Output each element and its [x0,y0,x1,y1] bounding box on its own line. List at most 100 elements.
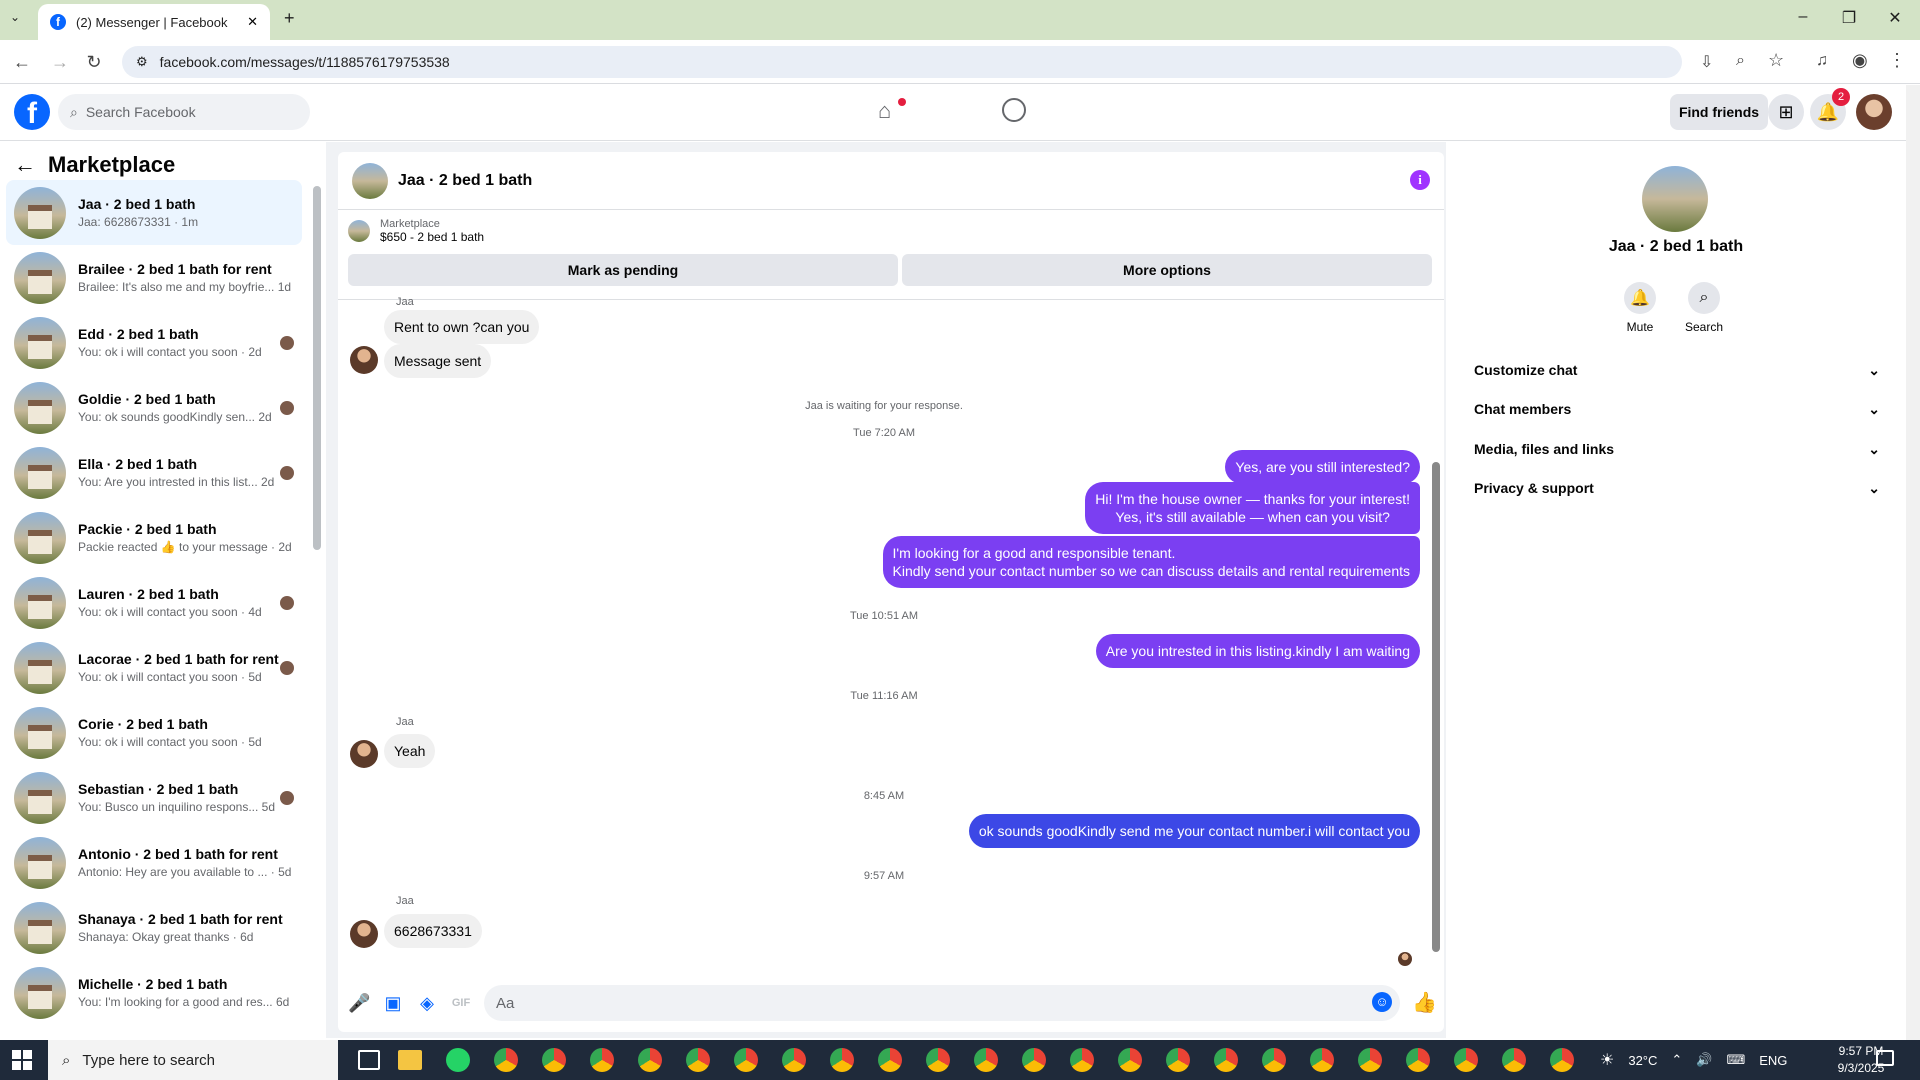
search-in-chat-button[interactable]: ⌕ Search [1674,282,1734,334]
conversation-item[interactable]: Lacorae · 2 bed 1 bath for rent You: ok i… [6,635,302,700]
microphone-icon[interactable]: 🎤 [348,992,370,1014]
outgoing-message[interactable]: Yes, are you still interested? [1225,450,1420,484]
chrome-window-icon[interactable] [590,1048,614,1072]
reload-icon[interactable]: ↻ [82,50,106,74]
outgoing-message[interactable]: Hi! I'm the house owner — thanks for you… [1085,482,1420,534]
conversation-item[interactable]: Michelle · 2 bed 1 bath You: I'm looking … [6,960,302,1025]
chrome-window-icon[interactable] [1454,1048,1478,1072]
conversation-item[interactable]: Goldie · 2 bed 1 bath You: ok sounds good… [6,375,302,440]
chrome-window-icon[interactable] [494,1048,518,1072]
incoming-message[interactable]: Message sent [384,344,492,378]
conversation-item[interactable]: Brailee · 2 bed 1 bath for rent Brailee: … [6,245,302,310]
thumbs-up-icon[interactable]: 👍 [1412,992,1437,1014]
info-icon[interactable]: i [1410,170,1430,190]
gif-icon[interactable]: GIF [450,992,472,1014]
media-icon[interactable]: ♫ [1816,52,1828,70]
outgoing-message[interactable]: I'm looking for a good and responsible t… [882,536,1420,588]
minimize-icon[interactable]: – [1780,8,1826,26]
notification-center-icon[interactable] [1876,1050,1894,1066]
chrome-window-icon[interactable] [638,1048,662,1072]
conversation-item[interactable]: Sebastian · 2 bed 1 bath You: Busco un in… [6,765,302,830]
chat-avatar[interactable] [352,162,388,199]
conversation-item[interactable]: Corie · 2 bed 1 bath You: ok i will conta… [6,700,302,765]
outgoing-message[interactable]: Are you intrested in this listing.kindly… [1095,634,1420,668]
window-close-icon[interactable]: ✕ [1872,8,1918,28]
chat-members-section[interactable]: Chat members ⌄ [1474,397,1880,421]
chrome-window-icon[interactable] [1214,1048,1238,1072]
browser-tab[interactable]: f (2) Messenger | Facebook ✕ [38,4,270,40]
keyboard-icon[interactable]: ⌨ [1726,1052,1745,1068]
profile-icon[interactable]: ◉ [1852,50,1868,71]
conversation-item[interactable]: Packie · 2 bed 1 bath Packie reacted 👍 to… [6,505,302,570]
page-scrollbar[interactable] [1906,85,1920,1040]
chrome-window-icon[interactable] [878,1048,902,1072]
menu-grid-icon[interactable]: ⊞ [1768,94,1804,130]
outgoing-message[interactable]: ok sounds goodKindly send me your contac… [968,814,1420,848]
chrome-window-icon[interactable] [542,1048,566,1072]
windows-start-icon[interactable] [12,1050,32,1070]
file-explorer-icon[interactable] [398,1050,422,1070]
restore-icon[interactable]: ❐ [1826,8,1872,28]
chrome-window-icon[interactable] [1358,1048,1382,1072]
mute-button[interactable]: 🔔 Mute [1610,282,1670,334]
incoming-message[interactable]: Yeah [384,734,436,768]
chrome-window-icon[interactable] [974,1048,998,1072]
taskbar-search[interactable]: ⌕ Type here to search [48,1040,338,1080]
conversation-item[interactable]: Shanaya · 2 bed 1 bath for rent Shanaya: … [6,895,302,960]
chrome-window-icon[interactable] [1406,1048,1430,1072]
tray-chevron-icon[interactable]: ⌃ [1671,1052,1682,1068]
privacy-support-section[interactable]: Privacy & support ⌄ [1474,476,1880,500]
emoji-icon[interactable]: ☺ [1372,992,1392,1012]
photo-icon[interactable]: ▣ [382,992,404,1014]
chrome-window-icon[interactable] [1310,1048,1334,1072]
chrome-window-icon[interactable] [1262,1048,1286,1072]
chrome-window-icon[interactable] [1022,1048,1046,1072]
conversation-item[interactable]: Lauren · 2 bed 1 bath You: ok i will cont… [6,570,302,635]
chrome-window-icon[interactable] [1502,1048,1526,1072]
menu-dots-icon[interactable]: ⋮ [1888,50,1906,71]
zoom-icon[interactable]: ⌕ [1736,52,1745,70]
more-options-button[interactable]: More options [902,254,1432,286]
sidebar-scrollbar[interactable] [313,186,321,550]
sticker-icon[interactable]: ◈ [416,992,438,1014]
chrome-window-icon[interactable] [782,1048,806,1072]
incoming-message[interactable]: Rent to own ?can you [384,310,540,344]
message-input[interactable]: Aa ☺ [484,985,1400,1021]
install-icon[interactable]: ⇩ [1700,52,1713,72]
close-tab-icon[interactable]: ✕ [247,14,258,30]
account-avatar[interactable] [1856,94,1892,130]
listing-info[interactable]: Marketplace $650 - 2 bed 1 bath [348,218,484,244]
home-icon[interactable]: ⌂ [878,98,891,124]
site-info-icon[interactable]: ⚙ [136,54,148,70]
volume-icon[interactable]: 🔊 [1696,1052,1712,1068]
find-friends-button[interactable]: Find friends [1670,94,1768,130]
language[interactable]: ENG [1759,1053,1787,1068]
bookmark-star-icon[interactable]: ☆ [1768,50,1784,71]
back-icon[interactable]: ← [10,50,34,74]
incoming-message[interactable]: 6628673331 [384,914,482,948]
groups-icon[interactable] [1002,98,1026,122]
chat-name[interactable]: Jaa · 2 bed 1 bath [398,172,532,190]
chrome-window-icon[interactable] [1118,1048,1142,1072]
conversation-item[interactable]: Antonio · 2 bed 1 bath for rent Antonio: … [6,830,302,895]
facebook-search-input[interactable]: ⌕ Search Facebook [58,94,310,130]
tab-search-icon[interactable]: ⌄ [10,10,20,24]
chrome-window-icon[interactable] [1166,1048,1190,1072]
chrome-window-icon[interactable] [686,1048,710,1072]
media-files-links-section[interactable]: Media, files and links ⌄ [1474,437,1880,461]
customize-chat-section[interactable]: Customize chat ⌄ [1474,358,1880,382]
conversation-item[interactable]: Edd · 2 bed 1 bath You: ok i will contact… [6,310,302,375]
task-view-icon[interactable] [358,1050,380,1070]
chrome-window-icon[interactable] [830,1048,854,1072]
chrome-window-icon[interactable] [926,1048,950,1072]
forward-icon[interactable]: → [48,50,72,74]
facebook-logo-icon[interactable]: f [14,94,50,130]
conversation-item[interactable]: Jaa · 2 bed 1 bath Jaa: 6628673331 · 1m [6,180,302,245]
whatsapp-icon[interactable] [446,1048,470,1072]
mark-as-pending-button[interactable]: Mark as pending [348,254,898,286]
chrome-window-icon[interactable] [1070,1048,1094,1072]
chat-scrollbar[interactable] [1432,462,1440,952]
address-bar[interactable]: ⚙ facebook.com/messages/t/11885761797535… [122,46,1682,78]
contact-avatar[interactable] [1642,166,1708,232]
chrome-window-icon[interactable] [1550,1048,1574,1072]
